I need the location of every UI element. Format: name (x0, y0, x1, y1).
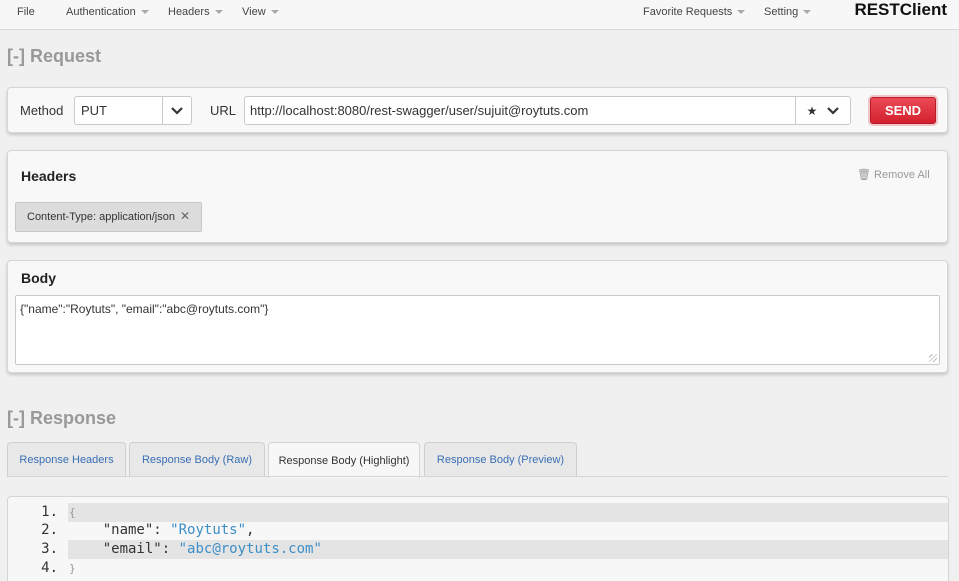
method-value: PUT (81, 103, 107, 118)
json-key: "name" (102, 522, 154, 538)
url-value: http://localhost:8080/rest-swagger/user/… (250, 103, 589, 118)
menu-authentication[interactable]: Authentication (66, 6, 149, 18)
body-title: Body (21, 270, 56, 286)
body-panel: Body {"name":"Roytuts", "email":"abc@roy… (7, 260, 948, 373)
method-select[interactable]: PUT (74, 96, 192, 125)
chevron-down-icon (270, 10, 279, 15)
code-text: "name": "Roytuts", (69, 522, 255, 538)
chevron-down-icon[interactable] (827, 104, 840, 118)
chevron-down-icon (803, 10, 812, 15)
header-chip[interactable]: Content-Type: application/json ✕ (15, 202, 202, 232)
resize-handle[interactable] (929, 354, 937, 362)
tab-response-body-preview[interactable]: Response Body (Preview) (424, 442, 577, 477)
method-label: Method (20, 103, 64, 118)
tab-divider (8, 476, 948, 477)
open-brace: { (69, 506, 76, 519)
json-comma: , (246, 522, 255, 538)
tab-response-body-highlight[interactable]: Response Body (Highlight) (268, 442, 420, 478)
menu-file-label: File (17, 6, 35, 18)
code-text: } (69, 560, 76, 576)
chevron-down-icon[interactable] (162, 97, 191, 124)
json-colon: : (161, 541, 171, 557)
body-value: {"name":"Roytuts", "email":"abc@roytuts.… (20, 302, 269, 316)
code-line: 1. { (8, 503, 948, 522)
url-input[interactable]: http://localhost:8080/rest-swagger/user/… (244, 96, 851, 125)
app-brand: RESTClient (854, 0, 947, 19)
response-code-view[interactable]: 1. { 2. "name": "Roytuts", 3. "email": "… (7, 496, 949, 581)
body-textarea[interactable]: {"name":"Roytuts", "email":"abc@roytuts.… (15, 295, 940, 365)
menu-setting[interactable]: Setting (764, 6, 812, 18)
header-chip-label: Content-Type: application/json (27, 211, 175, 223)
code-text: "email": "abc@roytuts.com" (69, 541, 322, 557)
menu-view[interactable]: View (242, 6, 279, 18)
headers-panel: Headers 🗑 Remove All Content-Type: appli… (7, 150, 948, 243)
json-string: "abc@roytuts.com" (178, 541, 322, 557)
menu-favorite-requests-label: Favorite Requests (643, 6, 733, 18)
line-number: 3. (41, 541, 58, 557)
line-number: 2. (41, 522, 58, 538)
menu-authentication-label: Authentication (66, 6, 136, 18)
chevron-down-icon (737, 10, 746, 15)
request-panel: Method PUT URL http://localhost:8080/res… (7, 87, 948, 133)
line-number: 1. (41, 504, 58, 520)
tab-response-body-raw[interactable]: Response Body (Raw) (129, 442, 265, 477)
code-line: 2. "name": "Roytuts", (8, 521, 948, 540)
menu-bar: File Authentication Headers View Favorit… (0, 0, 959, 30)
request-section-title[interactable]: [-] Request (7, 46, 101, 67)
star-icon[interactable]: ★ (807, 104, 818, 118)
close-brace: } (69, 562, 76, 575)
line-number: 4. (41, 560, 58, 576)
json-key: "email" (102, 541, 162, 557)
chevron-down-icon (214, 10, 223, 15)
headers-title: Headers (21, 168, 77, 184)
remove-all-button[interactable]: 🗑 Remove All (857, 168, 930, 181)
chevron-down-icon (140, 10, 149, 15)
menu-setting-label: Setting (764, 6, 799, 18)
json-string: "Roytuts" (170, 522, 247, 538)
menu-headers[interactable]: Headers (168, 6, 223, 18)
close-icon[interactable]: ✕ (180, 209, 190, 223)
menu-headers-label: Headers (168, 6, 210, 18)
remove-all-label: Remove All (874, 169, 930, 181)
code-line: 4. } (8, 559, 948, 578)
url-tools: ★ (795, 97, 850, 124)
line-highlight (68, 503, 948, 522)
json-colon: : (153, 522, 162, 538)
code-line: 3. "email": "abc@roytuts.com" (8, 540, 948, 559)
menu-file[interactable]: File (17, 6, 35, 18)
trash-icon: 🗑 (857, 169, 871, 181)
url-label: URL (210, 103, 237, 118)
code-text: { (69, 504, 76, 520)
send-button[interactable]: SEND (870, 97, 936, 124)
tab-response-headers[interactable]: Response Headers (7, 442, 126, 477)
menu-view-label: View (242, 6, 266, 18)
response-section-title[interactable]: [-] Response (7, 408, 116, 429)
menu-favorite-requests[interactable]: Favorite Requests (643, 6, 746, 18)
